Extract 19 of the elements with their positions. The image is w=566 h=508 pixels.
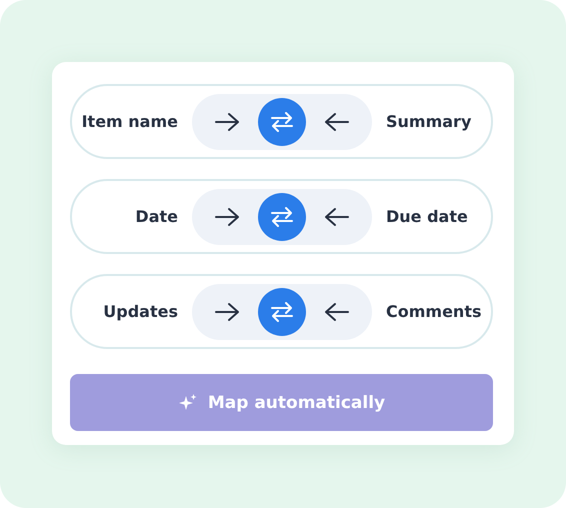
map-automatically-button[interactable]: Map automatically bbox=[70, 374, 493, 431]
right-arrow-icon bbox=[214, 112, 240, 132]
target-field-label: Summary bbox=[386, 112, 472, 131]
left-arrow-icon bbox=[324, 206, 350, 226]
target-field-label: Due date bbox=[386, 207, 469, 226]
swap-icon bbox=[270, 206, 294, 228]
right-arrow-icon bbox=[214, 206, 240, 226]
swap-icon bbox=[270, 110, 294, 132]
source-field-label: Item name bbox=[80, 112, 178, 131]
target-field-label: Comments bbox=[386, 302, 482, 321]
source-field-label: Date bbox=[134, 207, 178, 226]
swap-button[interactable] bbox=[258, 288, 306, 336]
swap-icon bbox=[270, 300, 294, 322]
swap-button[interactable] bbox=[258, 192, 306, 240]
source-field-label: Updates bbox=[102, 302, 178, 321]
left-arrow-icon bbox=[324, 302, 350, 322]
left-arrow-icon bbox=[324, 112, 350, 132]
right-arrow-icon bbox=[214, 302, 240, 322]
swap-button[interactable] bbox=[258, 98, 306, 146]
